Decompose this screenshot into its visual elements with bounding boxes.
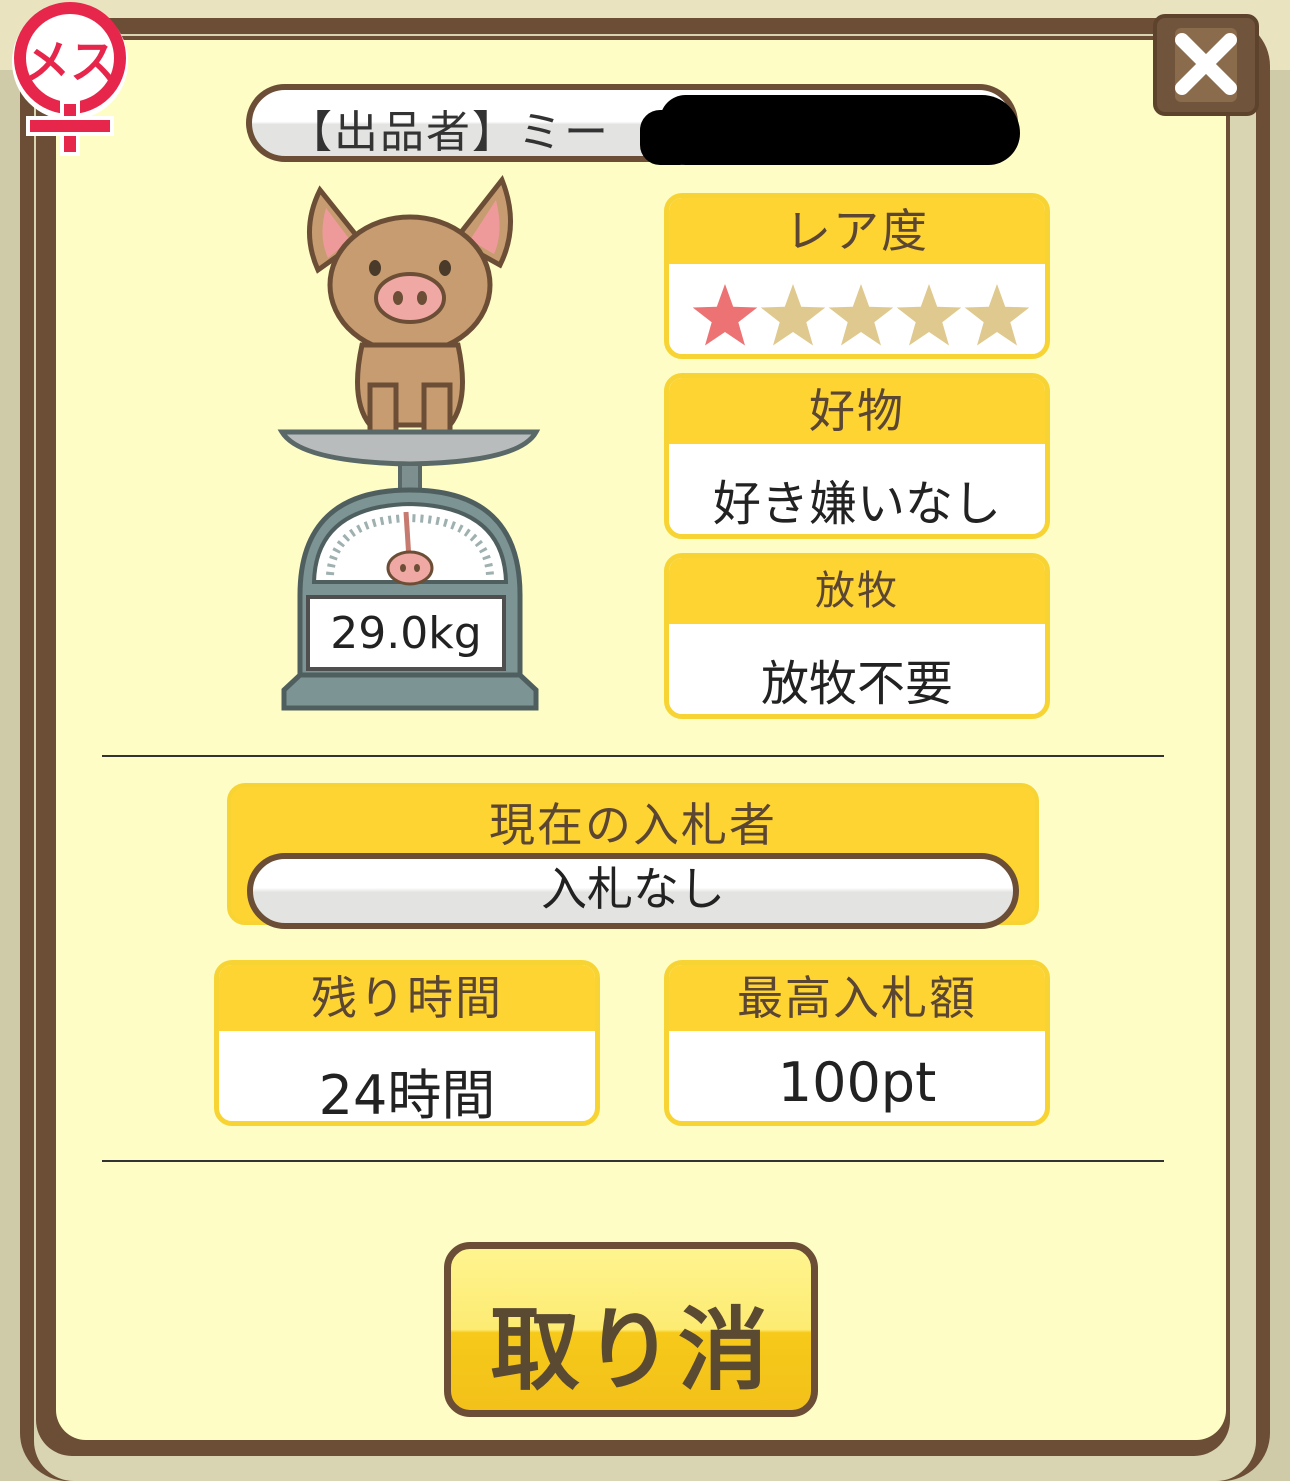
female-icon: メス xyxy=(12,2,128,156)
cancel-button[interactable]: 取り消し xyxy=(444,1242,818,1417)
redaction-mark xyxy=(660,95,1020,165)
divider xyxy=(102,1160,1164,1162)
favorite-box: 好物 好き嫌いなし xyxy=(664,373,1050,539)
star-filled-icon xyxy=(692,284,758,346)
current-bidder-value: 入札なし xyxy=(247,853,1019,929)
grazing-box: 放牧 放牧不要 xyxy=(664,553,1050,719)
badge-text: メス xyxy=(24,35,116,89)
star-empty-icon xyxy=(964,284,1029,346)
grazing-value: 放牧不要 xyxy=(760,656,953,712)
divider xyxy=(102,755,1164,757)
max-bid-value: 100pt xyxy=(777,1051,937,1114)
favorite-value: 好き嫌いなし xyxy=(712,476,1001,532)
redaction-mark xyxy=(640,110,700,165)
favorite-title: 好物 xyxy=(669,378,1045,444)
remaining-time-box: 残り時間 24時間 xyxy=(214,960,600,1126)
rarity-box: レア度 xyxy=(664,193,1050,359)
dialog-body xyxy=(56,40,1226,1440)
grazing-title: 放牧 xyxy=(669,558,1045,624)
star-empty-icon xyxy=(760,284,826,346)
max-bid-title: 最高入札額 xyxy=(669,965,1045,1031)
seller-label: 【出品者】ミー xyxy=(288,107,610,158)
weight-display: 29.0kg xyxy=(306,595,506,671)
close-icon xyxy=(1175,28,1237,102)
current-bidder-box: 現在の入札者 入札なし xyxy=(227,783,1039,929)
current-bidder-title: 現在の入札者 xyxy=(489,798,777,852)
remaining-time-value: 24時間 xyxy=(318,1064,496,1126)
star-empty-icon xyxy=(896,284,962,346)
cancel-button-label: 取り消し xyxy=(490,1298,772,1403)
remaining-time-title: 残り時間 xyxy=(219,965,595,1031)
star-empty-icon xyxy=(828,284,894,346)
rarity-stars xyxy=(692,284,1029,346)
max-bid-box: 最高入札額 100pt xyxy=(664,960,1050,1126)
close-button[interactable] xyxy=(1153,14,1259,116)
rarity-title: レア度 xyxy=(669,198,1045,264)
